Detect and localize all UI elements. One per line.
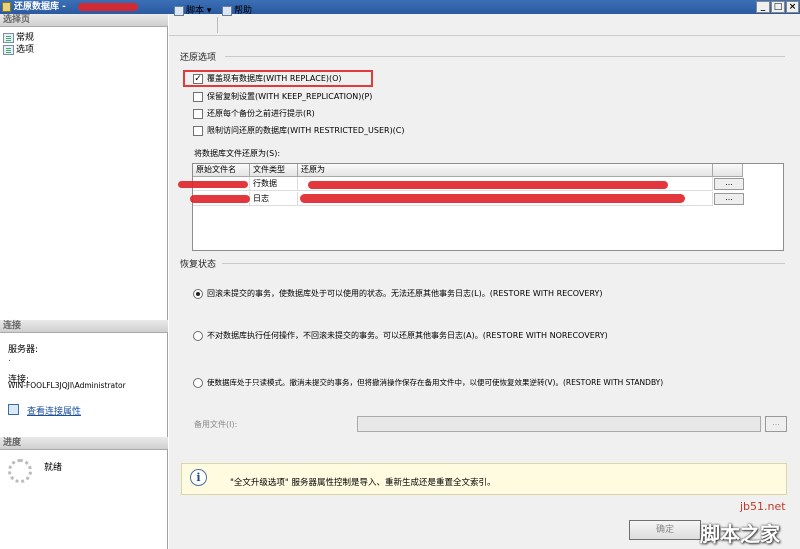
info-text: "全文升级选项" 服务器属性控制是导入、重新生成还是重置全文索引。 <box>230 478 496 488</box>
redaction-mark <box>178 181 248 188</box>
toolbar <box>169 14 800 36</box>
standby-file-label: 备用文件(I): <box>194 420 238 429</box>
page-icon <box>3 33 14 43</box>
progress-spinner-icon <box>8 459 32 483</box>
recovery-state-group-label: 恢复状态 <box>180 260 217 270</box>
script-icon <box>174 6 184 16</box>
standby-browse-button[interactable]: ... <box>765 416 787 432</box>
standby-file-input[interactable] <box>357 416 761 432</box>
with-replace-checkbox[interactable]: ✓ <box>193 74 203 84</box>
divider <box>225 56 785 57</box>
restore-with-recovery-label: 回滚未提交的事务，使数据库处于可以使用的状态。无法还原其他事务日志(L)。(RE… <box>207 289 603 298</box>
toolbar-separator <box>217 17 218 33</box>
restore-with-standby-radio[interactable] <box>193 378 203 388</box>
browse-button[interactable]: ... <box>714 193 744 205</box>
script-button[interactable]: 脚本 ▾ <box>174 5 211 18</box>
with-replace-label: 覆盖现有数据库(WITH REPLACE)(O) <box>207 74 342 83</box>
restore-with-recovery-radio[interactable] <box>193 289 203 299</box>
restricted-user-label: 限制访问还原的数据库(WITH RESTRICTED_USER)(C) <box>207 126 405 135</box>
restore-with-standby-label: 使数据库处于只读模式。撤消未提交的事务，但将撤消操作保存在备用文件中，以便可使恢… <box>207 378 664 387</box>
prompt-before-restore-label: 还原每个备份之前进行提示(R) <box>207 109 315 118</box>
help-icon <box>222 6 232 16</box>
window-title: 还原数据库 - <box>14 2 66 12</box>
page-icon <box>3 45 14 55</box>
watermark-name: 脚本之家 <box>700 522 780 546</box>
info-icon: i <box>190 469 207 486</box>
connection-value: WIN-FOOLFL3JQJI\Administrator <box>8 381 126 390</box>
select-page-header: 选择页 <box>0 14 168 27</box>
nav-item-options[interactable]: 选项 <box>3 44 34 56</box>
help-button[interactable]: 帮助 <box>222 5 252 18</box>
restore-files-label: 将数据库文件还原为(S): <box>194 149 281 158</box>
prompt-before-restore-checkbox[interactable] <box>193 109 203 119</box>
database-icon <box>2 2 11 12</box>
table-cell[interactable]: 行数据 <box>250 177 298 191</box>
keep-replication-checkbox[interactable] <box>193 92 203 102</box>
connection-header: 连接 <box>0 320 168 333</box>
restore-with-norecovery-radio[interactable] <box>193 331 203 341</box>
server-value: . <box>8 354 11 364</box>
restore-options-group-label: 还原选项 <box>180 53 217 63</box>
server-label: 服务器: <box>8 345 39 355</box>
column-header-blank <box>713 164 743 177</box>
maximize-button[interactable]: □ <box>771 1 785 13</box>
nav-item-general[interactable]: 常规 <box>3 32 34 44</box>
info-banner: i "全文升级选项" 服务器属性控制是导入、重新生成还是重置全文索引。 <box>181 463 787 495</box>
browse-button[interactable]: ... <box>714 178 744 190</box>
redaction-mark <box>300 194 685 203</box>
progress-header: 进度 <box>0 437 168 450</box>
column-header-original-file[interactable]: 原始文件名 <box>193 164 250 177</box>
table-cell[interactable]: 日志 <box>250 192 298 206</box>
watermark-url: jb51.net <box>740 500 786 513</box>
close-button[interactable]: × <box>786 1 799 13</box>
redaction-mark <box>308 181 668 189</box>
divider <box>222 263 785 264</box>
restore-with-norecovery-label: 不对数据库执行任何操作，不回滚未提交的事务。可以还原其他事务日志(A)。(RES… <box>207 331 608 340</box>
ok-button[interactable]: 确定 <box>629 520 701 540</box>
minimize-button[interactable]: _ <box>756 1 770 13</box>
restricted-user-checkbox[interactable] <box>193 126 203 136</box>
column-header-restore-as[interactable]: 还原为 <box>298 164 713 177</box>
redaction-mark <box>78 3 138 11</box>
column-header-file-type[interactable]: 文件类型 <box>250 164 298 177</box>
properties-icon <box>8 404 19 415</box>
progress-status: 就绪 <box>44 463 63 473</box>
redaction-mark <box>190 195 250 203</box>
keep-replication-label: 保留复制设置(WITH KEEP_REPLICATION)(P) <box>207 92 373 101</box>
view-connection-properties-link[interactable]: 查看连接属性 <box>27 404 81 417</box>
